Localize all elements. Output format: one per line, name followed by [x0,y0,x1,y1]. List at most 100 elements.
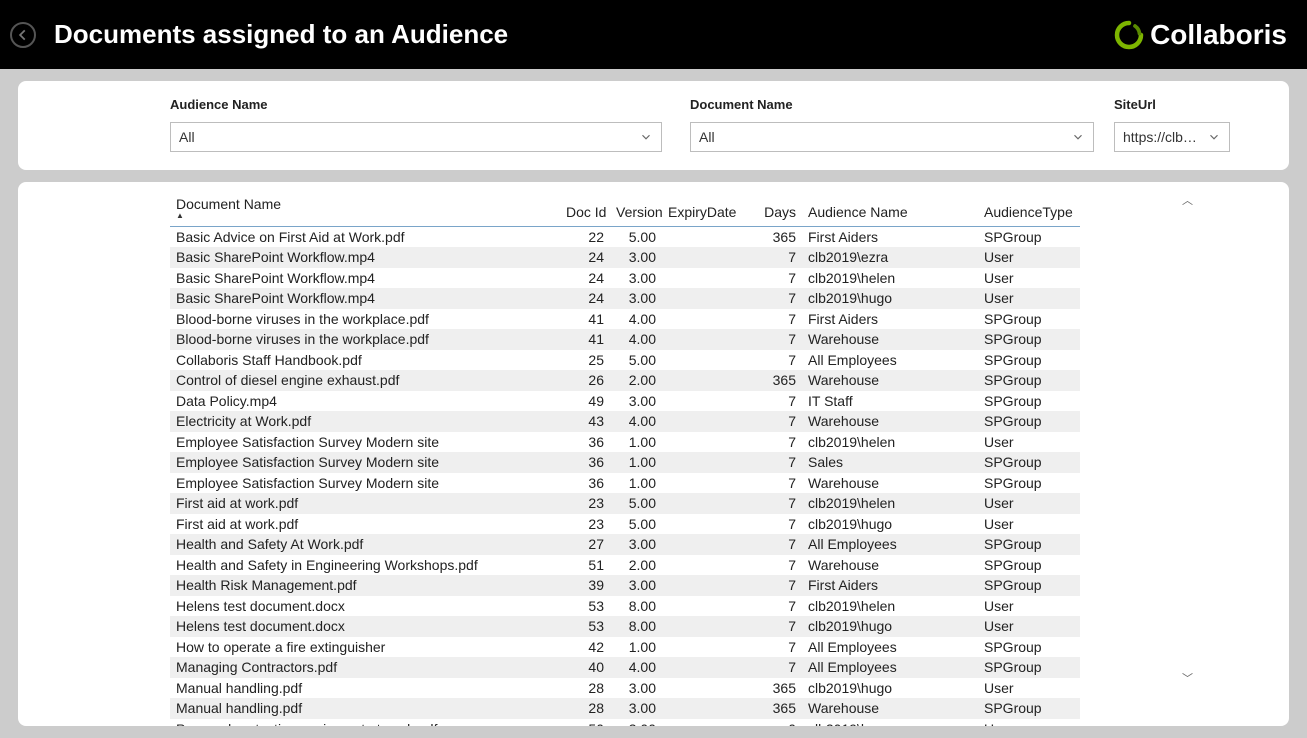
table-row[interactable]: Manual handling.pdf283.00365WarehouseSPG… [170,698,1080,719]
cell-type: User [978,493,1080,514]
table-row[interactable]: Manual handling.pdf283.00365clb2019\hugo… [170,678,1080,699]
table-body: Basic Advice on First Aid at Work.pdf225… [170,227,1080,727]
cell-days: 7 [732,268,802,289]
cell-audience: First Aiders [802,575,978,596]
table-row[interactable]: Employee Satisfaction Survey Modern site… [170,473,1080,494]
cell-docId: 49 [560,391,610,412]
cell-expiry [662,555,732,576]
filter-siteurl: SiteUrl https://clbde... [1114,97,1230,152]
table-row[interactable]: First aid at work.pdf235.007clb2019\hele… [170,493,1080,514]
cell-version: 5.00 [610,227,662,248]
cell-version: 3.00 [610,288,662,309]
header-left: Documents assigned to an Audience [10,19,508,50]
cell-expiry [662,678,732,699]
table-row[interactable]: Employee Satisfaction Survey Modern site… [170,432,1080,453]
cell-days: 365 [732,678,802,699]
col-days[interactable]: Days [732,192,802,227]
table-row[interactable]: Managing Contractors.pdf404.007All Emplo… [170,657,1080,678]
table-row[interactable]: Basic SharePoint Workflow.mp4243.007clb2… [170,288,1080,309]
cell-version: 4.00 [610,657,662,678]
header-bar: Documents assigned to an Audience Collab… [0,0,1307,69]
cell-version: 5.00 [610,350,662,371]
cell-audience: Warehouse [802,411,978,432]
cell-version: 4.00 [610,411,662,432]
col-audience[interactable]: Audience Name [802,192,978,227]
cell-days: 7 [732,288,802,309]
document-dropdown[interactable]: All [690,122,1094,152]
cell-docId: 51 [560,555,610,576]
collaboris-icon [1114,20,1144,50]
table-row[interactable]: Basic SharePoint Workflow.mp4243.007clb2… [170,247,1080,268]
table-row[interactable]: Collaboris Staff Handbook.pdf255.007All … [170,350,1080,371]
cell-docId: 41 [560,309,610,330]
col-audience-type[interactable]: AudienceType [978,192,1080,227]
filter-panel: Audience Name All Document Name All Site… [18,81,1289,170]
cell-version: 3.00 [610,391,662,412]
cell-docName: Electricity at Work.pdf [170,411,560,432]
cell-type: SPGroup [978,227,1080,248]
audience-dropdown[interactable]: All [170,122,662,152]
cell-version: 5.00 [610,514,662,535]
table-row[interactable]: Basic Advice on First Aid at Work.pdf225… [170,227,1080,248]
table-row[interactable]: How to operate a fire extinguisher421.00… [170,637,1080,658]
cell-type: User [978,247,1080,268]
table-row[interactable]: Electricity at Work.pdf434.007WarehouseS… [170,411,1080,432]
table-row[interactable]: Basic SharePoint Workflow.mp4243.007clb2… [170,268,1080,289]
cell-docId: 24 [560,288,610,309]
cell-version: 3.00 [610,678,662,699]
table-row[interactable]: Blood-borne viruses in the workplace.pdf… [170,309,1080,330]
cell-docId: 26 [560,370,610,391]
cell-days: 7 [732,493,802,514]
table-row[interactable]: Data Policy.mp4493.007IT StaffSPGroup [170,391,1080,412]
table-scroll-region[interactable]: Document Name ▲ Doc Id Version ExpiryDat… [170,192,1179,726]
table-row[interactable]: Control of diesel engine exhaust.pdf262.… [170,370,1080,391]
back-icon[interactable] [10,22,36,48]
cell-type: User [978,616,1080,637]
cell-audience: All Employees [802,637,978,658]
scroll-down-icon[interactable]: ﹀ [1182,670,1193,686]
col-doc-id[interactable]: Doc Id [560,192,610,227]
scroll-up-icon[interactable]: ︿ [1182,192,1193,208]
table-row[interactable]: Health and Safety in Engineering Worksho… [170,555,1080,576]
cell-version: 4.00 [610,329,662,350]
table-row[interactable]: Employee Satisfaction Survey Modern site… [170,452,1080,473]
table-row[interactable]: Personal protective equipment at work.pd… [170,719,1080,727]
cell-docId: 42 [560,637,610,658]
cell-version: 3.00 [610,698,662,719]
cell-type: User [978,288,1080,309]
cell-type: SPGroup [978,329,1080,350]
cell-docName: First aid at work.pdf [170,514,560,535]
table-row[interactable]: Helens test document.docx538.007clb2019\… [170,616,1080,637]
col-document-name[interactable]: Document Name ▲ [170,192,560,227]
cell-docId: 23 [560,493,610,514]
cell-days: 7 [732,534,802,555]
cell-docName: First aid at work.pdf [170,493,560,514]
cell-docName: Control of diesel engine exhaust.pdf [170,370,560,391]
col-expiry[interactable]: ExpiryDate [662,192,732,227]
cell-type: SPGroup [978,637,1080,658]
cell-docName: Manual handling.pdf [170,698,560,719]
cell-type: SPGroup [978,575,1080,596]
table-row[interactable]: First aid at work.pdf235.007clb2019\hugo… [170,514,1080,535]
cell-expiry [662,329,732,350]
cell-audience: Warehouse [802,555,978,576]
cell-version: 3.00 [610,247,662,268]
cell-docName: Personal protective equipment at work.pd… [170,719,560,727]
cell-expiry [662,514,732,535]
table-row[interactable]: Health and Safety At Work.pdf273.007All … [170,534,1080,555]
table-row[interactable]: Helens test document.docx538.007clb2019\… [170,596,1080,617]
filter-audience-label: Audience Name [170,97,662,112]
col-version[interactable]: Version [610,192,662,227]
table-row[interactable]: Blood-borne viruses in the workplace.pdf… [170,329,1080,350]
cell-type: SPGroup [978,411,1080,432]
cell-days: 7 [732,350,802,371]
cell-expiry [662,575,732,596]
table-row[interactable]: Health Risk Management.pdf393.007First A… [170,575,1080,596]
cell-audience: clb2019\hugo [802,616,978,637]
cell-type: SPGroup [978,391,1080,412]
chevron-down-icon [1207,130,1221,144]
cell-type: SPGroup [978,657,1080,678]
siteurl-dropdown[interactable]: https://clbde... [1114,122,1230,152]
cell-expiry [662,452,732,473]
cell-days: 0 [732,719,802,727]
